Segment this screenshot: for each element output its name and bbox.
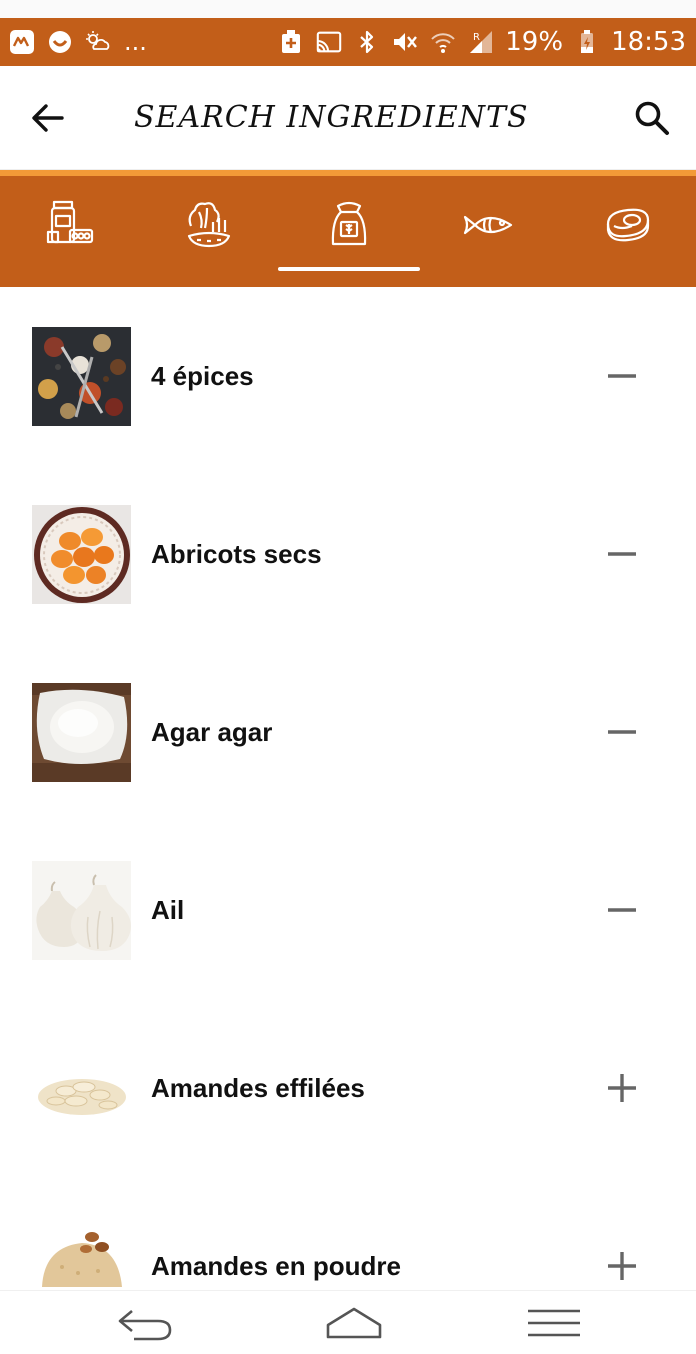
back-nav-icon xyxy=(118,1310,172,1341)
status-time: 18:53 xyxy=(611,27,686,57)
system-menu-button[interactable] xyxy=(509,1295,599,1351)
system-nav-bar xyxy=(0,1290,696,1354)
ingredient-thumbnail xyxy=(32,505,131,604)
minus-icon xyxy=(608,730,636,734)
list-item[interactable]: Abricots secs xyxy=(0,465,696,643)
flour-sack-icon xyxy=(331,201,367,245)
ingredient-thumbnail xyxy=(32,683,131,782)
pantry-jars-icon xyxy=(46,200,94,243)
add-ingredient-button[interactable] xyxy=(598,1064,646,1112)
mute-icon xyxy=(391,28,419,56)
remove-ingredient-button[interactable] xyxy=(598,886,646,934)
ingredient-list[interactable]: 4 épices Abricots secs Agar agar Ail Ama… xyxy=(0,287,696,1290)
search-icon xyxy=(635,101,669,135)
tab-fish[interactable] xyxy=(417,176,559,287)
home-nav-icon xyxy=(326,1307,382,1339)
search-button[interactable] xyxy=(622,88,682,148)
list-item[interactable]: Ail xyxy=(0,821,696,999)
ingredient-name: Abricots secs xyxy=(151,538,322,569)
minus-icon xyxy=(608,908,636,912)
page-title: SEARCH INGREDIENTS xyxy=(134,100,529,135)
remove-ingredient-button[interactable] xyxy=(598,708,646,756)
remove-ingredient-button[interactable] xyxy=(598,352,646,400)
list-item[interactable]: Amandes en poudre xyxy=(0,1177,696,1290)
list-item[interactable]: Agar agar xyxy=(0,643,696,821)
list-item[interactable]: Amandes effilées xyxy=(0,999,696,1177)
system-back-button[interactable] xyxy=(101,1295,191,1351)
meat-steak-icon xyxy=(606,208,650,241)
menu-nav-icon xyxy=(528,1309,580,1337)
tab-vegetables[interactable] xyxy=(139,176,281,287)
ingredient-thumbnail xyxy=(32,327,131,426)
top-strip xyxy=(0,0,696,18)
signal-icon: R xyxy=(467,28,495,56)
svg-text:R: R xyxy=(473,32,480,43)
app-icon xyxy=(8,28,36,56)
minus-icon xyxy=(608,374,636,378)
list-item[interactable]: 4 épices xyxy=(0,287,696,465)
status-bar: ... R 19% 18:53 xyxy=(0,18,696,66)
ingredient-name: Agar agar xyxy=(151,716,273,747)
battery-percent: 19% xyxy=(505,27,564,57)
tab-meat[interactable] xyxy=(556,176,696,287)
remove-ingredient-button[interactable] xyxy=(598,530,646,578)
cast-icon xyxy=(315,28,343,56)
weather-icon xyxy=(84,28,112,56)
selected-tab-indicator xyxy=(278,267,420,271)
back-button[interactable] xyxy=(18,88,78,148)
status-more-indicator: ... xyxy=(124,28,147,56)
circle-app-icon xyxy=(46,28,74,56)
plus-icon xyxy=(608,1074,636,1102)
bluetooth-icon xyxy=(353,28,381,56)
battery-saver-icon xyxy=(277,28,305,56)
plus-icon xyxy=(608,1252,636,1280)
app-bar: SEARCH INGREDIENTS xyxy=(0,66,696,170)
add-ingredient-button[interactable] xyxy=(598,1242,646,1290)
category-tab-bar xyxy=(0,176,696,287)
arrow-left-icon xyxy=(32,103,64,132)
wifi-icon xyxy=(429,28,457,56)
fish-icon xyxy=(463,215,513,234)
tab-pantry[interactable] xyxy=(0,176,142,287)
ingredient-thumbnail xyxy=(32,1227,131,1287)
battery-icon xyxy=(573,28,601,56)
system-home-button[interactable] xyxy=(309,1295,399,1351)
vegetables-icon xyxy=(187,201,231,247)
ingredient-thumbnail xyxy=(32,861,131,960)
ingredient-name: Ail xyxy=(151,894,185,925)
ingredient-name: Amandes effilées xyxy=(151,1072,365,1103)
ingredient-thumbnail xyxy=(32,1039,131,1138)
minus-icon xyxy=(608,552,636,556)
ingredient-name: Amandes en poudre xyxy=(151,1250,401,1281)
ingredient-name: 4 épices xyxy=(151,360,254,391)
